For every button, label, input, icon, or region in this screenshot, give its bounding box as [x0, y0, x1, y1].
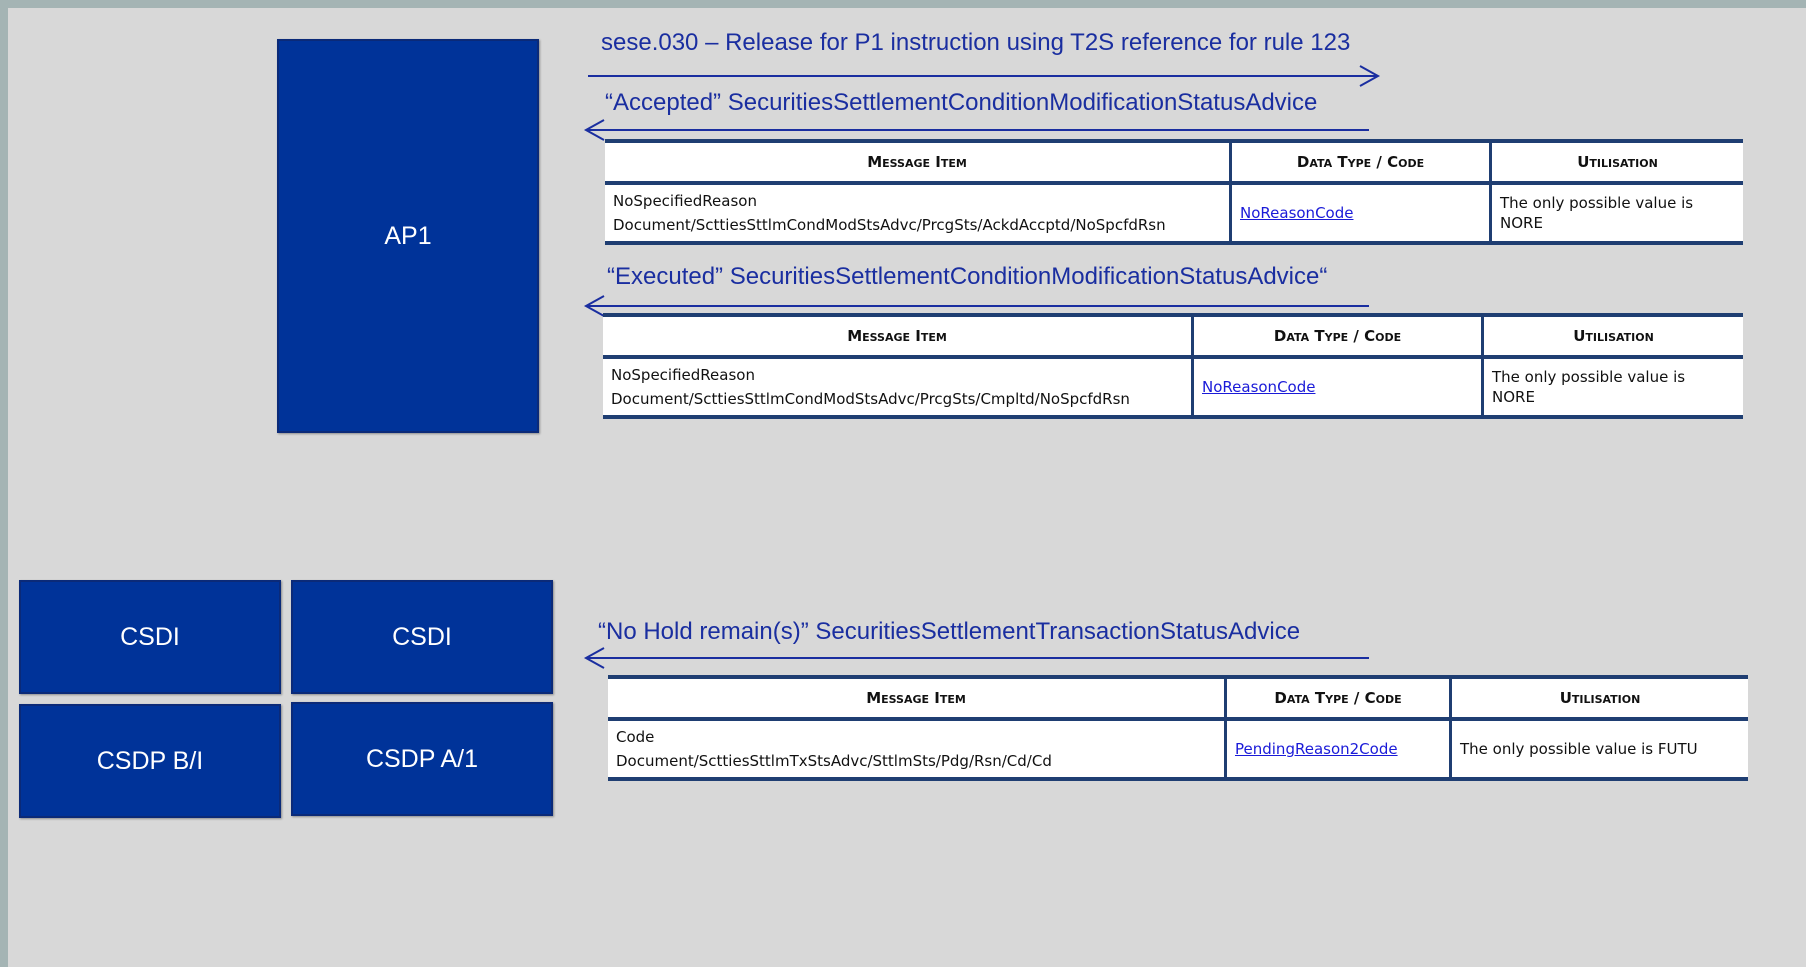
table-header-utilisation: Utilisation [1449, 675, 1748, 721]
message-item-path: Document/ScttiesSttlmTxStsAdvc/SttlmSts/… [616, 752, 1052, 770]
utilisation-value: NORE [1500, 214, 1543, 232]
utilisation-cell: The only possible value is NORE [1489, 183, 1743, 245]
message-table-accepted: Message Item Data Type / Code Utilisatio… [605, 139, 1743, 245]
message-item-path: Document/ScttiesSttlmCondModStsAdvc/Prcg… [613, 216, 1166, 234]
utilisation-text: The only possible value is FUTU [1460, 740, 1698, 758]
message-item-name: NoSpecifiedReason [613, 192, 757, 210]
utilisation-text: The only possible value is [1500, 194, 1694, 212]
table-header-message-item: Message Item [605, 139, 1231, 185]
table-header-data-type: Data Type / Code [1229, 139, 1491, 185]
message-item-name: Code [616, 728, 655, 746]
message-item-cell: Code Document/ScttiesSttlmTxStsAdvc/Sttl… [608, 719, 1226, 781]
utilisation-cell: The only possible value is FUTU [1449, 719, 1748, 781]
utilisation-text: The only possible value is [1492, 368, 1686, 386]
message-item-name: NoSpecifiedReason [611, 366, 755, 384]
message-item-cell: NoSpecifiedReason Document/ScttiesSttlmC… [603, 357, 1193, 419]
data-type-cell: PendingReason2Code [1224, 719, 1451, 781]
table-header-message-item: Message Item [603, 313, 1193, 359]
code-link[interactable]: NoReasonCode [1202, 378, 1315, 396]
table-row: NoSpecifiedReason Document/ScttiesSttlmC… [605, 183, 1743, 245]
utilisation-value: NORE [1492, 388, 1535, 406]
code-link[interactable]: NoReasonCode [1240, 204, 1353, 222]
data-type-cell: NoReasonCode [1191, 357, 1483, 419]
table-header-data-type: Data Type / Code [1191, 313, 1483, 359]
code-link[interactable]: PendingReason2Code [1235, 740, 1398, 758]
table-header-utilisation: Utilisation [1489, 139, 1743, 185]
arrow-right-sese030 [588, 65, 1381, 87]
message-item-cell: NoSpecifiedReason Document/ScttiesSttlmC… [605, 183, 1231, 245]
table-row: NoSpecifiedReason Document/ScttiesSttlmC… [603, 357, 1743, 419]
table-header-data-type: Data Type / Code [1224, 675, 1451, 721]
arrow-left-accepted [583, 119, 1369, 141]
arrow-left-no-hold [583, 647, 1369, 669]
table-header-utilisation: Utilisation [1481, 313, 1743, 359]
diagram-canvas: AP1 CSDI CSDI CSDP B/I CSDP A/1 sese.030… [8, 8, 1806, 967]
message-table-no-hold: Message Item Data Type / Code Utilisatio… [608, 675, 1748, 781]
message-table-executed: Message Item Data Type / Code Utilisatio… [603, 313, 1743, 419]
table-header-message-item: Message Item [608, 675, 1226, 721]
data-type-cell: NoReasonCode [1229, 183, 1491, 245]
message-item-path: Document/ScttiesSttlmCondModStsAdvc/Prcg… [611, 390, 1130, 408]
table-row: Code Document/ScttiesSttlmTxStsAdvc/Sttl… [608, 719, 1748, 781]
utilisation-cell: The only possible value is NORE [1481, 357, 1743, 419]
